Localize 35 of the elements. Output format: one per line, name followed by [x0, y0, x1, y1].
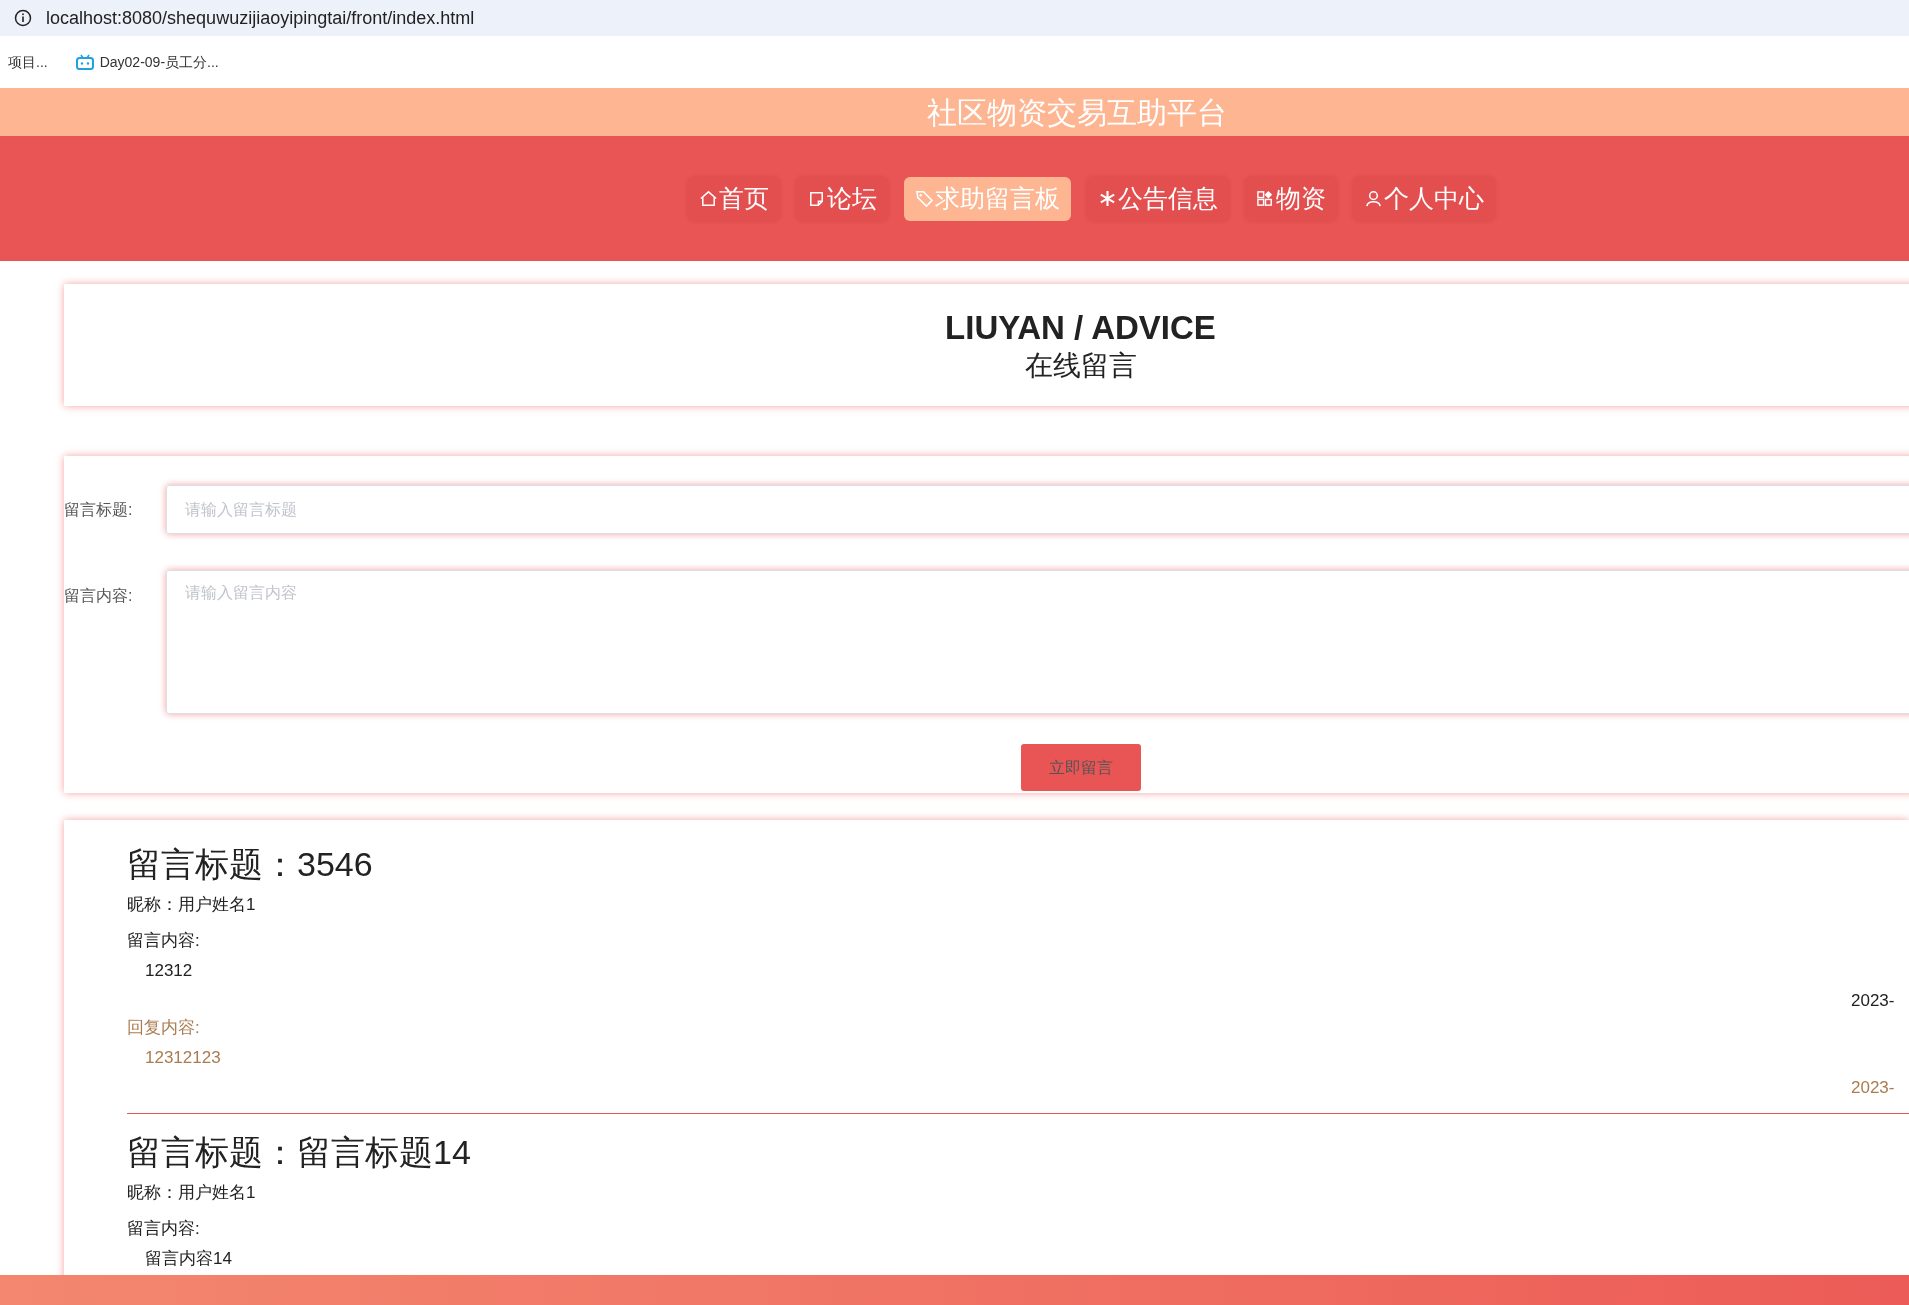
field-label: 留言内容: [64, 586, 134, 606]
nav-tab[interactable]: 个人中心 [1352, 176, 1495, 221]
nav-tab[interactable]: 论坛 [795, 176, 888, 221]
heading-title: LIUYAN / ADVICE [945, 307, 1216, 348]
submit-button[interactable]: 立即留言 [1020, 744, 1141, 791]
date-text: 2023- [1851, 990, 1896, 1013]
content-input[interactable]: 请输入留言内容 [166, 570, 1909, 714]
reply-label: 回复内容: [127, 1017, 200, 1039]
content-text: 12312 [145, 960, 193, 982]
nickname-text: 昵称：用户姓名1 [127, 894, 256, 916]
nickname-text: 昵称：用户姓名1 [127, 1182, 256, 1204]
site-title: 社区物资交易互助平台 [927, 94, 1227, 131]
bookmark[interactable]: 项目... [8, 51, 48, 73]
content-label: 留言内容: [127, 930, 200, 952]
field-label: 留言标题: [64, 499, 134, 520]
content-label: 留言内容: [127, 1218, 200, 1240]
info-icon[interactable] [14, 9, 32, 27]
reply-text: 12312123 [145, 1047, 221, 1069]
nav-tab[interactable]: 公告信息 [1086, 176, 1229, 221]
grid-icon [1255, 188, 1275, 209]
tv-icon [75, 54, 94, 70]
nav-tab[interactable]: 首页 [687, 176, 780, 221]
title-input[interactable]: 请输入留言标题 [166, 485, 1909, 534]
content-text: 留言内容14 [145, 1248, 232, 1270]
address-url[interactable]: localhost:8080/shequwuzijiaoyipingtai/front/index.html [46, 4, 475, 32]
snowflake-icon [1097, 188, 1117, 209]
message-title: 留言标题：留言标题14 [127, 1132, 471, 1173]
message-title: 留言标题：3546 [127, 844, 373, 885]
bookmark[interactable]: Day02-09-员工分... [75, 51, 219, 73]
tag-icon [914, 188, 934, 209]
date-text: 2023- [1851, 1077, 1896, 1100]
user-icon [1363, 188, 1383, 209]
heading-subtitle: 在线留言 [1024, 349, 1137, 384]
nav-tab[interactable]: 物资 [1244, 176, 1337, 221]
home-icon [698, 188, 718, 209]
